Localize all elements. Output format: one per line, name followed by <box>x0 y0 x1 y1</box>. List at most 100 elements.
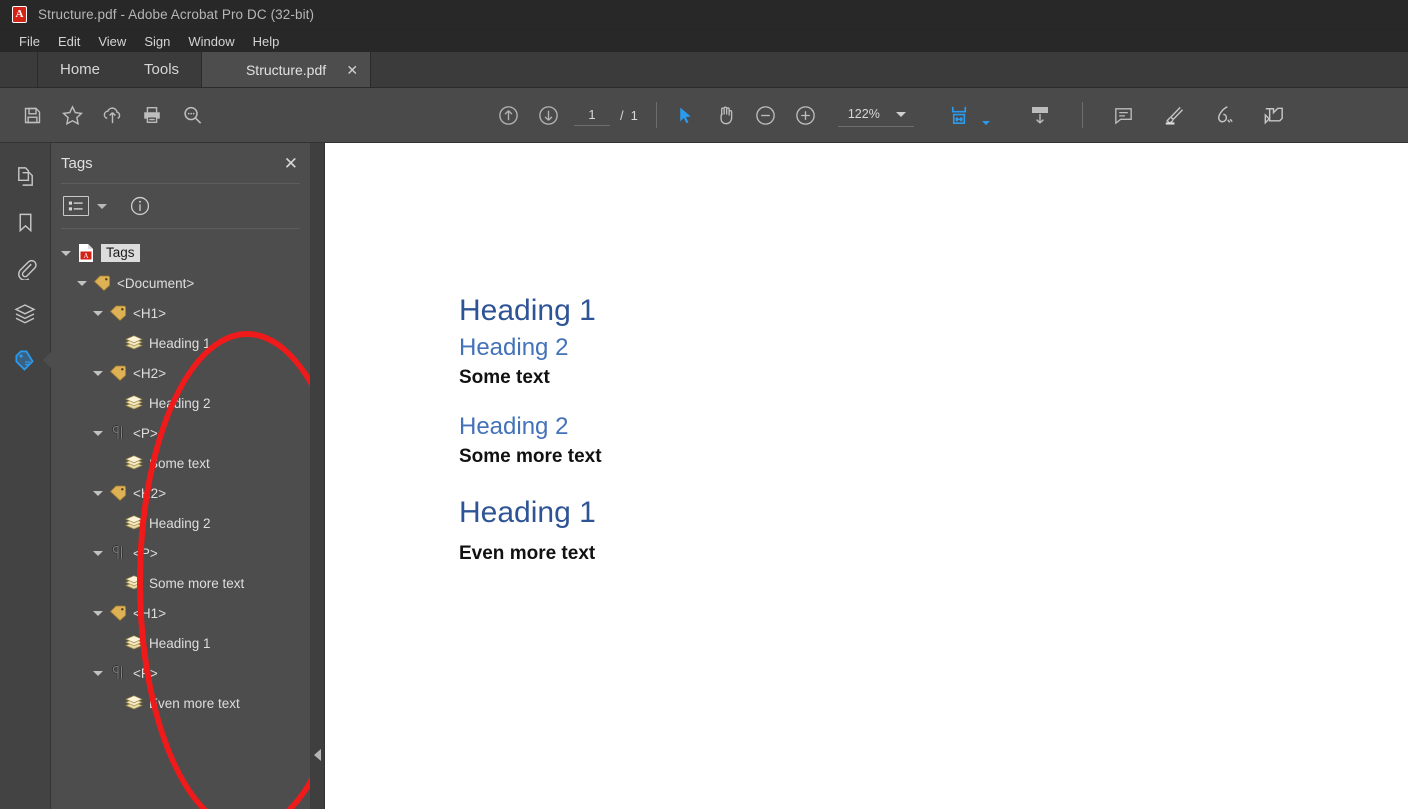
content-icon <box>124 574 144 592</box>
tree-row[interactable]: Heading 1 <box>51 628 310 658</box>
comment-button[interactable] <box>1104 95 1144 135</box>
tree-twisty-expanded[interactable] <box>90 485 106 501</box>
document-view[interactable]: Heading 1 Heading 2 Some text Heading 2 … <box>325 143 1408 809</box>
save-icon <box>24 107 40 123</box>
chevron-down-icon[interactable] <box>895 111 906 117</box>
tree-twisty-expanded[interactable] <box>90 425 106 441</box>
menu-bar: File Edit View Sign Window Help <box>0 30 1408 52</box>
panel-collapse-strip[interactable] <box>310 143 325 809</box>
select-tool-button[interactable] <box>666 95 706 135</box>
tree-row[interactable]: Even more text <box>51 688 310 718</box>
tree-row[interactable]: A Tags <box>51 238 310 268</box>
tree-row[interactable]: <H2> <box>51 478 310 508</box>
next-page-button[interactable] <box>528 95 568 135</box>
highlight-button[interactable] <box>1154 95 1194 135</box>
tree-row[interactable]: Some text <box>51 448 310 478</box>
tab-close-icon[interactable]: ✕ <box>346 63 358 77</box>
document-heading-2: Heading 2 <box>459 333 569 361</box>
zoom-out-button[interactable] <box>746 95 786 135</box>
tree-row[interactable]: <P> <box>51 658 310 688</box>
tags-options-chevron-down-icon[interactable] <box>97 203 107 209</box>
tree-row[interactable]: Heading 2 <box>51 508 310 538</box>
scroll-mode-button[interactable] <box>1020 95 1060 135</box>
previous-page-icon <box>498 105 518 125</box>
tree-twisty-expanded[interactable] <box>90 305 106 321</box>
zoom-level-select[interactable]: 122% <box>837 103 914 127</box>
tags-options-button[interactable] <box>63 196 89 216</box>
toolbar-navigation-group: 1 / 1 <box>488 95 638 135</box>
tree-twisty-expanded[interactable] <box>58 245 74 261</box>
menu-item-view[interactable]: View <box>89 32 135 51</box>
tree-node-label: Tags <box>101 244 140 262</box>
tags-info-button[interactable] <box>129 195 151 217</box>
navigation-rail <box>0 143 51 809</box>
document-paragraph: Even more text <box>459 543 596 565</box>
tab-home[interactable]: Home <box>38 52 122 87</box>
tree-node-label: Heading 2 <box>149 395 211 411</box>
upload-to-cloud-button[interactable] <box>92 95 132 135</box>
tree-row[interactable]: <H1> <box>51 598 310 628</box>
tab-bar: Home Tools Structure.pdf ✕ <box>0 52 1408 88</box>
close-icon[interactable]: ✕ <box>284 155 298 172</box>
tree-node-label: Even more text <box>149 695 240 711</box>
tree-row[interactable]: <H2> <box>51 358 310 388</box>
tree-row[interactable]: <Document> <box>51 268 310 298</box>
page-count-separator: / <box>620 107 624 123</box>
info-icon <box>130 196 150 216</box>
paragraph-icon <box>108 544 128 562</box>
tree-row[interactable]: <H1> <box>51 298 310 328</box>
main-toolbar: 1 / 1 122% <box>0 88 1408 143</box>
tag-icon <box>108 604 128 622</box>
tab-bar-stub <box>0 52 38 87</box>
menu-item-file[interactable]: File <box>10 32 49 51</box>
tree-node-label: Heading 1 <box>149 335 211 351</box>
tab-document-structure[interactable]: Structure.pdf ✕ <box>201 52 372 87</box>
tree-row[interactable]: Heading 1 <box>51 328 310 358</box>
rail-attachments-button[interactable] <box>0 245 51 291</box>
zoom-in-button[interactable] <box>786 95 826 135</box>
rail-bookmarks-button[interactable] <box>0 199 51 245</box>
print-button[interactable] <box>132 95 172 135</box>
layers-icon <box>14 304 36 324</box>
menu-item-edit[interactable]: Edit <box>49 32 89 51</box>
tree-twisty-expanded[interactable] <box>90 665 106 681</box>
tree-row[interactable]: <P> <box>51 418 310 448</box>
hand-tool-icon <box>720 106 733 124</box>
rail-tags-button[interactable] <box>0 337 51 383</box>
tree-node-label: Some more text <box>149 575 245 591</box>
share-button[interactable] <box>1254 95 1294 135</box>
tab-document-label: Structure.pdf <box>245 61 327 78</box>
tree-row[interactable]: <P> <box>51 538 310 568</box>
tree-twisty-expanded[interactable] <box>74 275 90 291</box>
previous-page-button[interactable] <box>488 95 528 135</box>
rail-page-thumbnails-button[interactable] <box>0 153 51 199</box>
rail-layers-button[interactable] <box>0 291 51 337</box>
collapse-left-arrow-icon[interactable] <box>313 749 321 761</box>
tag-icon <box>92 274 112 292</box>
save-button[interactable] <box>12 95 52 135</box>
draw-button[interactable] <box>1204 95 1244 135</box>
tree-twisty-expanded[interactable] <box>90 365 106 381</box>
search-button[interactable] <box>172 95 212 135</box>
scroll-mode-icon <box>1031 107 1048 124</box>
print-icon <box>144 106 160 124</box>
menu-item-help[interactable]: Help <box>244 32 289 51</box>
menu-item-sign[interactable]: Sign <box>135 32 179 51</box>
select-cursor-icon <box>680 107 692 123</box>
hand-tool-button[interactable] <box>706 95 746 135</box>
tree-twisty-expanded[interactable] <box>90 605 106 621</box>
tree-node-label: <P> <box>133 545 158 561</box>
fit-page-button[interactable] <box>940 95 980 135</box>
add-to-favorites-button[interactable] <box>52 95 92 135</box>
page-number-input[interactable]: 1 <box>574 104 610 126</box>
tree-twisty-expanded[interactable] <box>90 545 106 561</box>
tag-icon <box>108 364 128 382</box>
tab-tools[interactable]: Tools <box>122 52 201 87</box>
page-thumbnails-icon <box>17 166 33 186</box>
application-body: Tags ✕ A Tags <Document> <H1> Heading 1 … <box>0 143 1408 809</box>
fit-page-chevron-down-icon[interactable] <box>981 121 990 125</box>
menu-item-window[interactable]: Window <box>179 32 243 51</box>
tree-row[interactable]: Some more text <box>51 568 310 598</box>
svg-text:A: A <box>83 252 88 260</box>
tree-row[interactable]: Heading 2 <box>51 388 310 418</box>
